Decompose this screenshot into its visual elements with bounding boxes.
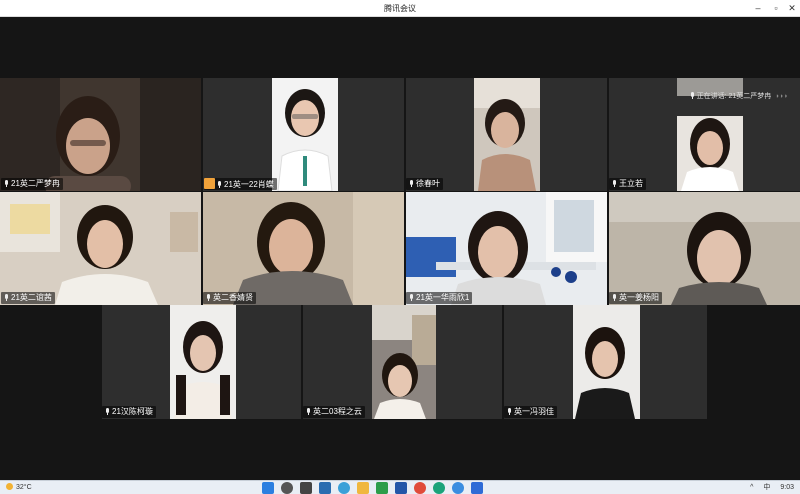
participant-nameplate: 英二香婧贤 bbox=[203, 292, 256, 304]
participant-name: 英二香婧贤 bbox=[213, 293, 253, 302]
participant-nameplate: 21英二严梦冉 bbox=[1, 178, 63, 190]
participant-nameplate: 21英一22肖蝶 bbox=[204, 178, 277, 190]
participant-tile[interactable]: 徐春叶 bbox=[406, 78, 607, 191]
mic-icon bbox=[409, 294, 414, 301]
participant-video bbox=[0, 192, 201, 305]
participant-video bbox=[372, 305, 436, 419]
participant-tile[interactable]: 21英一22肖蝶 bbox=[203, 78, 404, 191]
system-tray: ^ 中 9:03 bbox=[750, 482, 794, 493]
participant-tile[interactable]: 英二香婧贤 bbox=[203, 192, 404, 305]
mic-icon bbox=[690, 92, 695, 99]
mic-icon bbox=[306, 408, 311, 415]
participant-tile[interactable]: 正在讲话: 21英二严梦冉 ◗◗◗ 王立若 bbox=[609, 78, 800, 191]
participant-tile[interactable]: 英二03程之云 bbox=[303, 305, 502, 419]
participant-name: 徐春叶 bbox=[416, 179, 440, 188]
participant-video bbox=[406, 192, 607, 305]
participant-tile[interactable]: 21英二严梦冉 bbox=[0, 78, 201, 191]
participant-video bbox=[573, 305, 640, 419]
weather-widget[interactable]: 32°C bbox=[6, 482, 32, 493]
chrome-icon[interactable] bbox=[414, 482, 426, 494]
mic-icon bbox=[4, 180, 9, 187]
maximize-icon[interactable]: ▫ bbox=[770, 2, 782, 14]
chevron-up-icon[interactable]: ^ bbox=[750, 482, 753, 493]
participant-name: 21英一华雨欣1 bbox=[416, 293, 470, 302]
participant-name: 21英二严梦冉 bbox=[11, 179, 60, 188]
mic-icon bbox=[409, 180, 414, 187]
meeting-app-icon[interactable] bbox=[471, 482, 483, 494]
file-explorer-icon[interactable] bbox=[357, 482, 369, 494]
participant-video bbox=[0, 78, 201, 191]
clock[interactable]: 9:03 bbox=[780, 482, 794, 493]
participant-video bbox=[474, 78, 540, 191]
participant-nameplate: 21英一华雨欣1 bbox=[406, 292, 473, 304]
mic-icon bbox=[4, 294, 9, 301]
participant-name: 英二03程之云 bbox=[313, 407, 362, 416]
participant-nameplate: 徐春叶 bbox=[406, 178, 443, 190]
participant-name: 王立若 bbox=[619, 179, 643, 188]
window-title: 腾讯会议 bbox=[384, 4, 416, 13]
speaking-indicator: 正在讲话: 21英二严梦冉 ◗◗◗ bbox=[690, 90, 788, 104]
os-taskbar: 32°C ^ 中 9:03 bbox=[0, 480, 800, 494]
participant-nameplate: 英一冯羽佳 bbox=[504, 406, 557, 418]
input-method-indicator[interactable]: 中 bbox=[763, 482, 770, 493]
close-icon[interactable]: ✕ bbox=[786, 2, 798, 14]
participant-nameplate: 英二03程之云 bbox=[303, 406, 365, 418]
participant-nameplate: 21英二谊茜 bbox=[1, 292, 55, 304]
host-icon bbox=[204, 178, 215, 189]
app-icon[interactable] bbox=[338, 482, 350, 494]
app-icon[interactable] bbox=[452, 482, 464, 494]
participant-nameplate: 英一姜杨阳 bbox=[609, 292, 662, 304]
participant-video bbox=[170, 305, 236, 419]
mic-icon bbox=[507, 408, 512, 415]
participant-tile[interactable]: 21英一华雨欣1 bbox=[406, 192, 607, 305]
audio-wave-icon: ◗◗◗ bbox=[775, 93, 788, 100]
mic-icon bbox=[217, 181, 222, 188]
app-icon[interactable] bbox=[376, 482, 388, 494]
speaking-label: 正在讲话: 21英二严梦冉 bbox=[696, 93, 772, 100]
participant-name: 21英二谊茜 bbox=[11, 293, 52, 302]
app-icon[interactable] bbox=[433, 482, 445, 494]
window-titlebar: 腾讯会议 – ▫ ✕ bbox=[0, 0, 800, 17]
mic-icon bbox=[206, 294, 211, 301]
participant-video bbox=[272, 78, 338, 191]
participant-nameplate: 21汉陈柯璇 bbox=[102, 406, 156, 418]
participant-nameplate: 王立若 bbox=[609, 178, 646, 190]
participant-tile[interactable]: 英一冯羽佳 bbox=[504, 305, 707, 419]
app-icon[interactable] bbox=[319, 482, 331, 494]
video-grid: 21英二严梦冉 21英一22肖蝶 徐春叶 正在讲话: 21英二严梦冉 ◗◗◗ 王立… bbox=[0, 17, 800, 480]
mic-icon bbox=[105, 408, 110, 415]
participant-video bbox=[609, 192, 800, 305]
participant-video bbox=[677, 116, 743, 191]
taskbar-apps bbox=[262, 482, 483, 494]
participant-tile[interactable]: 21英二谊茜 bbox=[0, 192, 201, 305]
participant-tile[interactable]: 21汉陈柯璇 bbox=[102, 305, 301, 419]
weather-temp: 32°C bbox=[16, 484, 32, 491]
participant-name: 21英一22肖蝶 bbox=[224, 180, 274, 189]
mic-icon bbox=[612, 180, 617, 187]
mic-icon bbox=[612, 294, 617, 301]
participant-name: 21汉陈柯璇 bbox=[112, 407, 153, 416]
start-icon[interactable] bbox=[262, 482, 274, 494]
participant-name: 英一冯羽佳 bbox=[514, 407, 554, 416]
search-icon[interactable] bbox=[281, 482, 293, 494]
task-view-icon[interactable] bbox=[300, 482, 312, 494]
participant-name: 英一姜杨阳 bbox=[619, 293, 659, 302]
participant-tile[interactable]: 英一姜杨阳 bbox=[609, 192, 800, 305]
participant-video bbox=[203, 192, 404, 305]
app-icon[interactable] bbox=[395, 482, 407, 494]
minimize-icon[interactable]: – bbox=[752, 2, 764, 14]
sun-icon bbox=[6, 483, 13, 490]
